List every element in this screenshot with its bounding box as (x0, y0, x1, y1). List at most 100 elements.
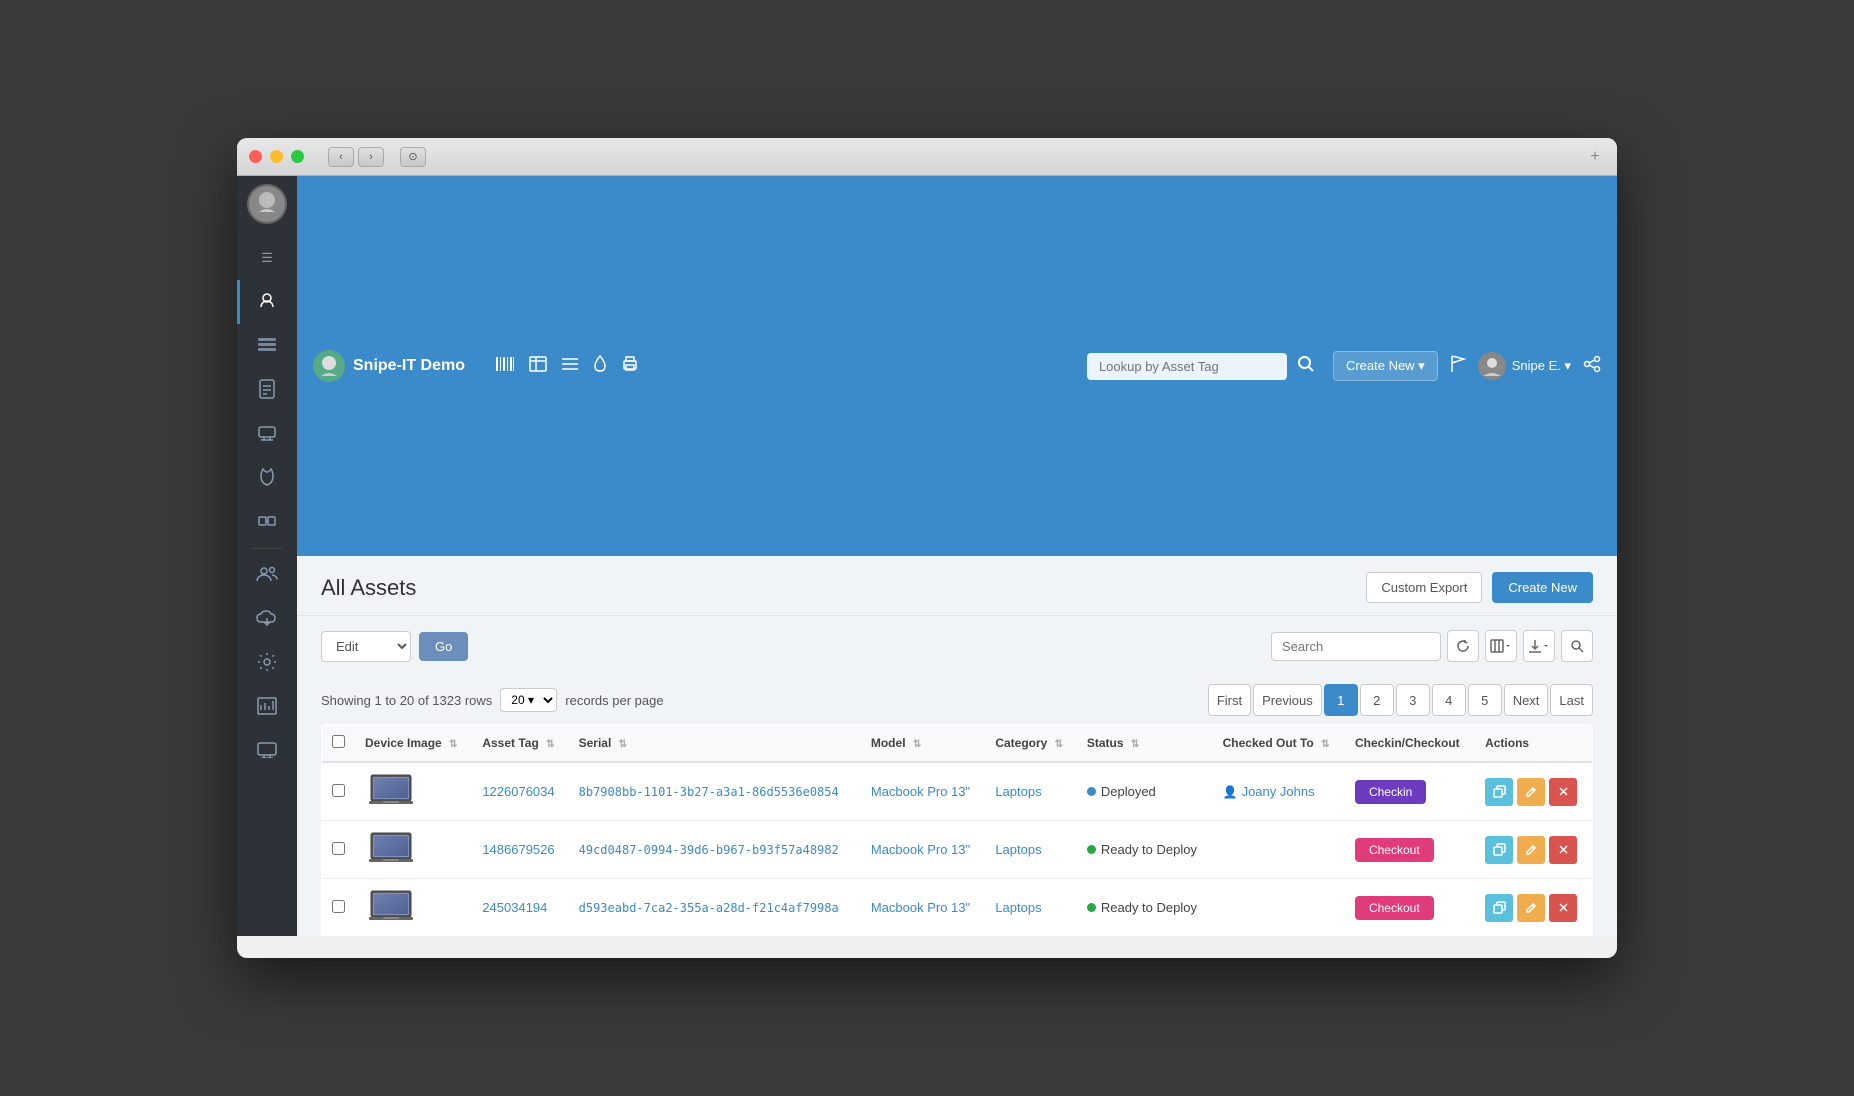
asset-tag-link[interactable]: 245034194 (482, 900, 547, 915)
pagination-page-2-button[interactable]: 2 (1360, 684, 1394, 716)
serial-number: 8b7908bb-1101-3b27-a3a1-86d5536e0854 (579, 785, 839, 799)
forward-button[interactable]: › (358, 147, 384, 167)
checked-out-cell: 👤Joany Johns (1213, 762, 1345, 821)
category-link[interactable]: Laptops (995, 784, 1041, 799)
pagination-last-button[interactable]: Last (1550, 684, 1593, 716)
col-checkin-checkout: Checkin/Checkout (1345, 725, 1475, 763)
components-icon (257, 513, 277, 532)
close-button[interactable] (249, 150, 262, 163)
sidebar-item-components[interactable] (237, 500, 297, 544)
clone-button[interactable] (1485, 778, 1513, 806)
back-button[interactable]: ‹ (328, 147, 354, 167)
barcode-icon[interactable] (495, 356, 515, 377)
sidebar-item-consumables[interactable] (237, 456, 297, 500)
flag-icon[interactable] (1450, 355, 1466, 378)
per-page-select[interactable]: 20 ▾ (500, 688, 557, 712)
clone-button[interactable] (1485, 894, 1513, 922)
page-title: All Assets (321, 575, 416, 601)
pagination-page-4-button[interactable]: 4 (1432, 684, 1466, 716)
menu-icon: ☰ (261, 250, 273, 266)
sidebar-item-dashboard[interactable] (237, 280, 297, 324)
row-checkbox[interactable] (332, 784, 345, 797)
user-avatar (1478, 352, 1506, 380)
pagination-first-button[interactable]: First (1208, 684, 1251, 716)
minimize-button[interactable] (270, 150, 283, 163)
status-badge: Ready to Deploy (1087, 842, 1203, 857)
checked-out-cell (1213, 879, 1345, 937)
sidebar-item-view[interactable] (237, 729, 297, 773)
columns-button[interactable] (1485, 630, 1517, 662)
table-row: 245034194 d593eabd-7ca2-355a-a28d-f21c4a… (322, 879, 1593, 937)
table-icon[interactable] (529, 356, 547, 377)
col-device-image: Device Image ⇅ (355, 725, 472, 763)
status-badge: Ready to Deploy (1087, 900, 1203, 915)
col-model: Model ⇅ (861, 725, 985, 763)
dashboard-icon (257, 291, 277, 314)
checkin-checkout-cell: Checkin (1345, 762, 1475, 821)
search-icon[interactable] (1297, 355, 1315, 378)
create-new-topnav-button[interactable]: Create New ▾ (1333, 351, 1438, 381)
row-checkbox[interactable] (332, 900, 345, 913)
sidebar-item-licenses[interactable] (237, 368, 297, 412)
maximize-button[interactable] (291, 150, 304, 163)
pagination-next-button[interactable]: Next (1504, 684, 1549, 716)
download-export-button[interactable] (1523, 630, 1555, 662)
share-icon[interactable] (1583, 355, 1601, 378)
edit-button[interactable] (1517, 836, 1545, 864)
go-button[interactable]: Go (419, 632, 468, 661)
user-menu-button[interactable]: Snipe E. ▾ (1478, 352, 1571, 380)
accessories-icon (257, 425, 277, 444)
edit-button[interactable] (1517, 894, 1545, 922)
status-dot (1087, 903, 1096, 912)
download-button[interactable]: ⊙ (400, 147, 426, 167)
edit-button[interactable] (1517, 778, 1545, 806)
category-link[interactable]: Laptops (995, 900, 1041, 915)
delete-button[interactable] (1549, 778, 1577, 806)
model-link[interactable]: Macbook Pro 13" (871, 842, 970, 857)
clone-button[interactable] (1485, 836, 1513, 864)
asset-tag-link[interactable]: 1226076034 (482, 784, 554, 799)
brand-name: Snipe-IT Demo (353, 357, 465, 375)
print-icon[interactable] (621, 356, 639, 377)
lookup-input[interactable] (1087, 353, 1287, 380)
list-icon[interactable] (561, 357, 579, 376)
refresh-button[interactable] (1447, 630, 1479, 662)
create-new-button[interactable]: Create New (1492, 572, 1593, 603)
asset-tag-link[interactable]: 1486679526 (482, 842, 554, 857)
model-link[interactable]: Macbook Pro 13" (871, 784, 970, 799)
delete-button[interactable] (1549, 894, 1577, 922)
checkout-button[interactable]: Checkout (1355, 838, 1434, 862)
table-row: 1226076034 8b7908bb-1101-3b27-a3a1-86d55… (322, 762, 1593, 821)
sidebar-item-settings[interactable] (237, 641, 297, 685)
sidebar-item-accessories[interactable] (237, 412, 297, 456)
bulk-action-select[interactable]: Edit (321, 631, 411, 662)
checked-out-user-link[interactable]: 👤Joany Johns (1223, 784, 1335, 799)
sidebar-item-people[interactable] (237, 553, 297, 597)
custom-export-button[interactable]: Custom Export (1366, 572, 1482, 603)
reports-icon (257, 697, 277, 718)
sidebar-item-menu[interactable]: ☰ (237, 236, 297, 280)
row-checkbox[interactable] (332, 842, 345, 855)
checkin-button[interactable]: Checkin (1355, 780, 1426, 804)
nav-icons (495, 355, 639, 378)
sidebar-item-reports[interactable] (237, 685, 297, 729)
checkout-button[interactable]: Checkout (1355, 896, 1434, 920)
droplet-icon[interactable] (593, 355, 607, 378)
search-expand-button[interactable] (1561, 630, 1593, 662)
cloud-icon (256, 610, 278, 629)
col-serial: Serial ⇅ (569, 725, 861, 763)
sidebar-item-assets[interactable] (237, 324, 297, 368)
select-all-checkbox[interactable] (332, 735, 345, 748)
sidebar-item-cloud[interactable] (237, 597, 297, 641)
pagination-page-3-button[interactable]: 3 (1396, 684, 1430, 716)
pagination-previous-button[interactable]: Previous (1253, 684, 1322, 716)
status-text: Deployed (1101, 784, 1156, 799)
search-input[interactable] (1271, 632, 1441, 661)
new-tab-button[interactable]: + (1585, 147, 1605, 167)
model-link[interactable]: Macbook Pro 13" (871, 900, 970, 915)
user-name: Snipe E. ▾ (1512, 358, 1571, 374)
category-link[interactable]: Laptops (995, 842, 1041, 857)
delete-button[interactable] (1549, 836, 1577, 864)
pagination-page-5-button[interactable]: 5 (1468, 684, 1502, 716)
pagination-page-1-button[interactable]: 1 (1324, 684, 1358, 716)
